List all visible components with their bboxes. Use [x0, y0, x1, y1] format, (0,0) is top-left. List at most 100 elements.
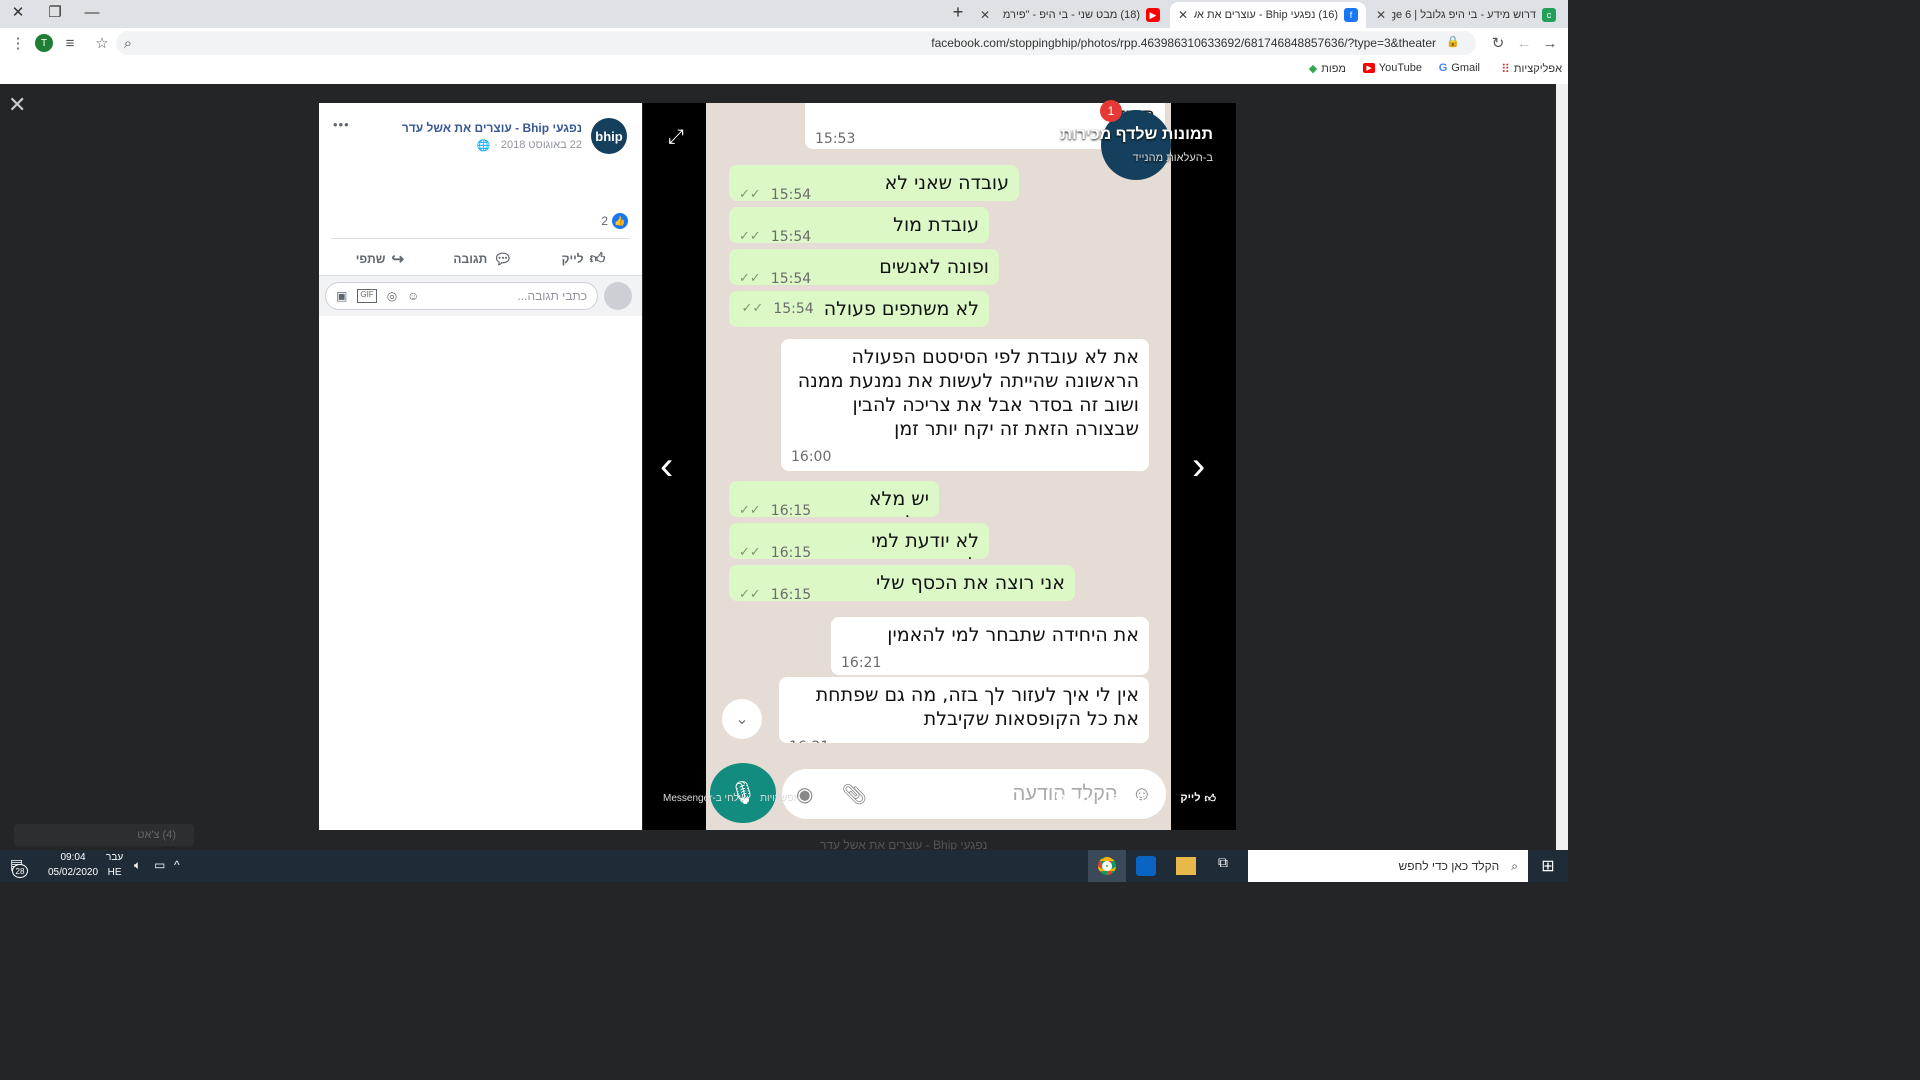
forward-icon[interactable]: ← — [1514, 33, 1534, 53]
bookmark-label: מפות — [1321, 62, 1346, 75]
comment-input[interactable]: כתבי תגובה... ☺ ◎ GIF ▣ — [325, 282, 598, 310]
next-photo-icon[interactable]: › — [1192, 444, 1205, 489]
address-bar[interactable]: ☆ ⌕ facebook.com/stoppingbhip/photos/rpp… — [95, 31, 1476, 55]
post-menu-button[interactable]: ••• — [333, 117, 350, 132]
photo-share-button[interactable]: ↪ שתפי — [1055, 792, 1095, 805]
photo-footer-left: אפשרויות שלחי ב-Messenger — [663, 793, 800, 804]
zoom-icon[interactable]: ⌕ — [118, 33, 138, 53]
comment-area: כתבי תגובה... ☺ ◎ GIF ▣ — [319, 276, 642, 316]
bookmark-gmail[interactable]: G Gmail — [1439, 62, 1480, 74]
divider — [331, 238, 630, 239]
windows-taskbar: ⊞ ⌕ הקלד כאן כדי לחפש ⧉ 09:04 05/02/2020… — [0, 850, 1568, 882]
apps-icon: ⠿ — [1501, 62, 1510, 76]
sent-message: אני רוצה את הכסף שלי בחזרה 16:15 ✓✓ — [729, 565, 1075, 601]
post-actions: 👍︎ לייק 💬︎ תגובה ↪ שתפי — [331, 243, 630, 275]
sent-message: יש מלא תלונות 16:15 ✓✓ — [729, 481, 939, 517]
like-count: 2 — [601, 214, 608, 228]
volume-icon[interactable]: 🔈︎ — [134, 858, 141, 873]
photo-comment-button[interactable]: 💬︎ תגובה — [1113, 792, 1162, 805]
file-explorer-icon[interactable] — [1176, 857, 1196, 875]
tab-1[interactable]: c דרוש מידע - בי היפ גלובל | Page 6 ✕ — [1368, 2, 1564, 28]
message-text: את לא עובדת לפי הסיסטם הפעולה הראשונה שה… — [797, 346, 1139, 440]
site-icon: c — [1542, 8, 1556, 22]
tab-close-icon[interactable]: ✕ — [980, 8, 990, 22]
scrollbar[interactable] — [1556, 84, 1568, 850]
emoji-icon[interactable]: ☺ — [407, 289, 419, 303]
camera-icon[interactable]: ◎ — [387, 289, 397, 303]
double-check-icon: ✓✓ — [741, 301, 764, 316]
gif-icon[interactable]: GIF — [357, 289, 377, 303]
bookmark-maps[interactable]: ◆ מפות — [1309, 62, 1346, 76]
outlook-icon[interactable] — [1136, 856, 1156, 876]
chrome-taskbar-button[interactable] — [1088, 850, 1126, 882]
message-text: יש מלא תלונות — [868, 488, 929, 517]
tab-strip: ✕ ❐ — + ▶ (18) מבט שני - בי היפ - "פירמ … — [0, 0, 1568, 28]
close-theater-icon[interactable]: ✕ — [8, 92, 26, 118]
message-time: 16:21 — [789, 735, 1139, 743]
new-tab-button[interactable]: + — [940, 0, 976, 24]
share-button[interactable]: ↪ שתפי — [356, 250, 404, 268]
album-title[interactable]: תמונות שלדף מכירות — [1060, 126, 1213, 144]
options-link[interactable]: אפשרויות — [760, 793, 800, 804]
bookmarks-bar: ⠿ אפליקציות G Gmail ▶ YouTube ◆ מפות — [0, 60, 1568, 78]
tray-expand-icon[interactable]: ^ — [174, 858, 180, 872]
message-time: 15:54 — [770, 187, 812, 201]
tab-close-icon[interactable]: ✕ — [1178, 8, 1188, 22]
comment-button[interactable]: 💬︎ תגובה — [453, 250, 512, 268]
double-check-icon: ✓✓ — [739, 229, 761, 243]
post-date[interactable]: 22 באוגוסט 2018 · — [494, 139, 582, 152]
send-messenger-link[interactable]: שלחי ב-Messenger — [663, 793, 746, 804]
taskbar-search[interactable]: ⌕ הקלד כאן כדי לחפש — [1248, 850, 1528, 882]
task-view-icon[interactable]: ⧉ — [1218, 854, 1228, 871]
browser-chrome: ✕ ❐ — + ▶ (18) מבט שני - בי היפ - "פירמ … — [0, 0, 1568, 84]
menu-icon[interactable]: ⋮ — [8, 33, 28, 53]
photo-like-button[interactable]: 👍︎ לייק — [1180, 792, 1216, 805]
media-control-icon[interactable]: ≡ — [60, 33, 80, 53]
back-icon[interactable]: → — [1540, 33, 1560, 53]
bookmark-apps[interactable]: ⠿ אפליקציות — [1501, 62, 1562, 76]
scroll-down-icon[interactable]: ⌄ — [722, 699, 762, 739]
globe-icon: 🌐 — [476, 140, 491, 152]
message-text: ופונה לאנשים חיצוניים — [879, 256, 989, 285]
whatsapp-chat-image: תמידי 15:53 עובדה שאני לא מחזירה15:54✓✓ע… — [706, 103, 1171, 830]
expand-icon[interactable]: ⤢ — [668, 126, 684, 149]
window-close-button[interactable]: ✕ — [0, 0, 36, 24]
window-minimize-button[interactable]: — — [74, 0, 110, 24]
message-text: לא משתפים פעולה — [823, 298, 979, 320]
sent-message: ופונה לאנשים חיצוניים 15:54 ✓✓ — [729, 249, 999, 285]
clock[interactable]: 09:04 05/02/2020 — [48, 852, 98, 878]
attach-icon[interactable]: 📎︎ — [841, 782, 866, 807]
message-text: את היחידה שתבחר למי להאמין — [887, 624, 1139, 646]
url-text: facebook.com/stoppingbhip/photos/rpp.463… — [931, 36, 1436, 50]
page-name-link[interactable]: נפגעי Bhip - עוצרים את אשל עדר — [402, 121, 582, 135]
tab-3[interactable]: ▶ (18) מבט שני - בי היפ - "פירמ ✕ — [972, 2, 1168, 28]
page-avatar[interactable]: bhip — [591, 118, 627, 154]
language-indicator[interactable]: עבר HE — [106, 852, 123, 878]
message-time: 16:15 — [770, 587, 812, 601]
double-check-icon: ✓✓ — [739, 271, 761, 285]
double-check-icon: ✓✓ — [739, 545, 761, 559]
bookmark-label: YouTube — [1378, 62, 1422, 74]
bookmark-youtube[interactable]: ▶ YouTube — [1363, 62, 1422, 74]
post-info-panel: bhip נפגעי Bhip - עוצרים את אשל עדר 22 ב… — [319, 103, 642, 830]
tab-close-icon[interactable]: ✕ — [1376, 8, 1386, 22]
star-icon[interactable]: ☆ — [92, 33, 112, 53]
tab-active[interactable]: f (16) נפגעי Bhip - עוצרים את אשל ✕ — [1170, 2, 1366, 28]
bookmark-label: אפליקציות — [1513, 63, 1562, 75]
window-restore-button[interactable]: ❐ — [37, 0, 73, 24]
sticker-icon[interactable]: ▣ — [336, 289, 347, 303]
windows-start-icon[interactable]: ⊞ — [1528, 850, 1568, 882]
chat-sidebar-bar[interactable]: (4) צ'אט — [14, 824, 194, 846]
sent-message: עובדת מול הסיסטם 15:54 ✓✓ — [729, 207, 989, 243]
comment-placeholder: כתבי תגובה... — [517, 289, 588, 303]
network-icon[interactable]: ▭ — [154, 858, 165, 872]
previous-photo-icon[interactable]: ‹ — [660, 444, 673, 489]
like-button[interactable]: 👍︎ לייק — [562, 250, 606, 268]
profile-avatar[interactable]: T — [34, 33, 54, 53]
album-subtitle[interactable]: ב-העלאות מהנייד — [1133, 152, 1214, 164]
reload-icon[interactable]: ↻ — [1488, 33, 1508, 53]
share-icon: ↪ — [391, 251, 405, 268]
reaction-summary[interactable]: 👍 2 — [601, 213, 628, 229]
youtube-icon: ▶ — [1146, 8, 1160, 22]
received-message: אין לי איך לעזור לך בזה, מה גם שפתחת את … — [779, 677, 1149, 743]
